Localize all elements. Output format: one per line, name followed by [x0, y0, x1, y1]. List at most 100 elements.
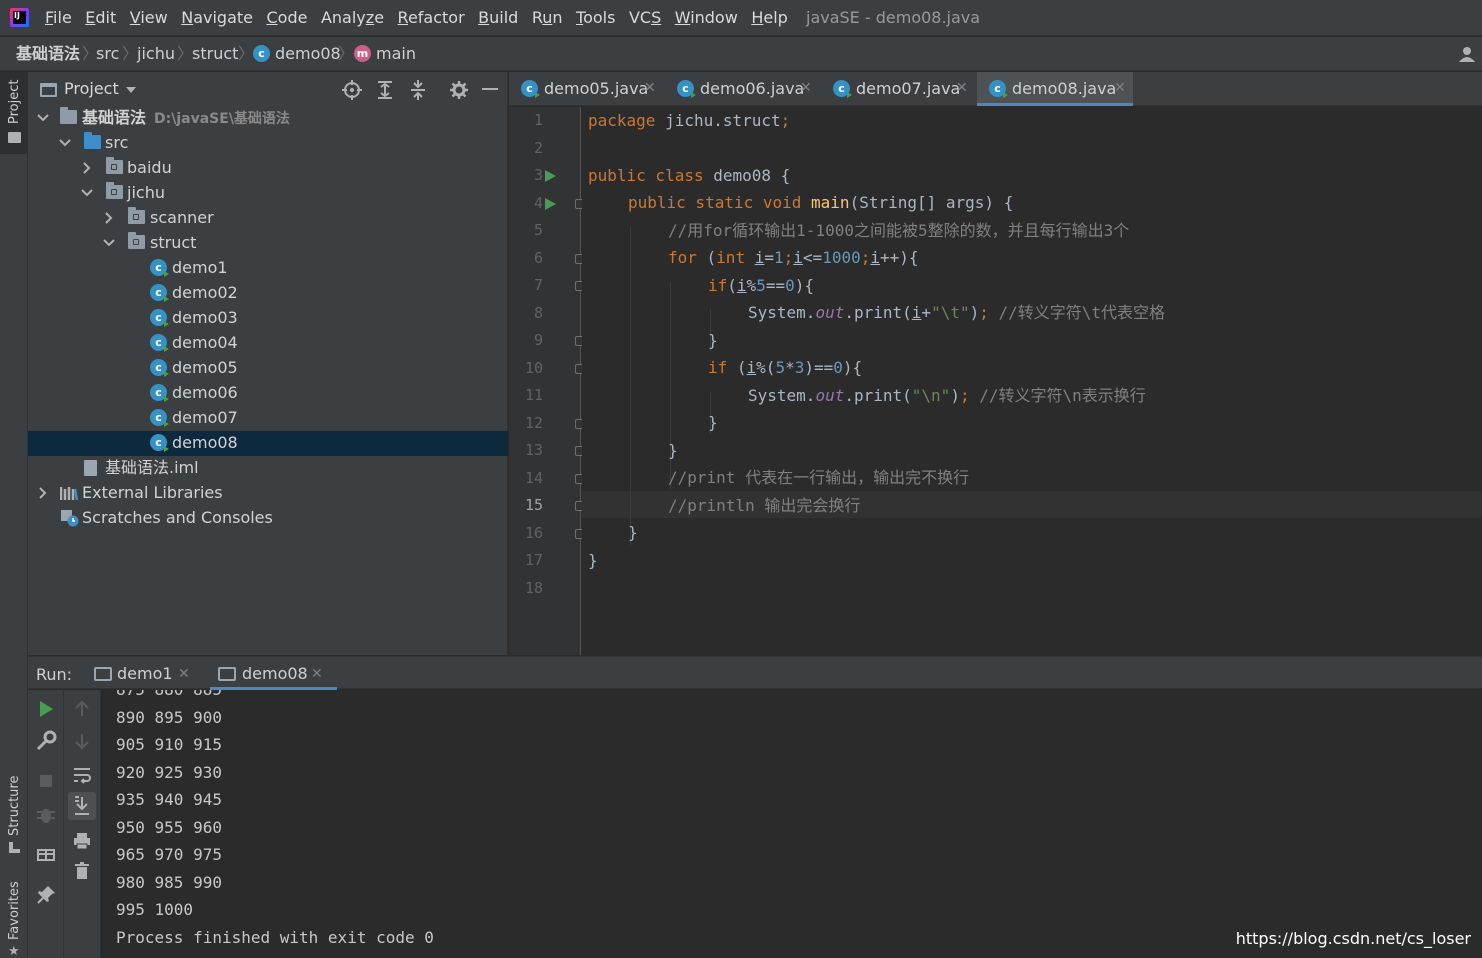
tree-item-external-libraries[interactable]: External Libraries: [28, 481, 508, 506]
editor-tab[interactable]: c demo07.java ✕: [821, 72, 975, 106]
close-icon[interactable]: ✕: [644, 80, 656, 96]
tree-item-struct[interactable]: struct: [28, 231, 508, 256]
arrow-down-icon[interactable]: [71, 730, 93, 752]
tree-item-class[interactable]: c demo06: [28, 381, 508, 406]
window-title: javaSE - demo08.java: [806, 8, 981, 27]
chevron-right-icon[interactable]: [102, 211, 116, 225]
close-icon[interactable]: ✕: [800, 80, 812, 96]
line-number: 1: [533, 111, 543, 129]
chevron-right-icon[interactable]: [36, 486, 50, 500]
tree-item-src[interactable]: src: [28, 131, 508, 156]
tree-item-iml[interactable]: 基础语法.iml: [28, 456, 508, 481]
breadcrumb-jichu[interactable]: jichu: [137, 44, 175, 64]
breadcrumb-struct[interactable]: struct: [192, 44, 238, 64]
tree-label-class: demo04: [172, 333, 238, 352]
structure-tool-button[interactable]: Structure: [0, 772, 27, 864]
collapse-all-icon[interactable]: [408, 80, 428, 100]
editor-tab[interactable]: c demo05.java ✕: [509, 72, 663, 106]
debug-bug-icon[interactable]: [35, 804, 57, 826]
menu-item[interactable]: Navigate: [181, 8, 253, 30]
chevron-right-icon[interactable]: [80, 161, 94, 175]
menu-item[interactable]: Window: [675, 8, 738, 30]
scroll-to-end-icon[interactable]: [68, 792, 96, 820]
tree-label-class: demo06: [172, 383, 238, 402]
menu-item[interactable]: Help: [751, 8, 787, 30]
close-icon[interactable]: ✕: [178, 666, 190, 682]
chevron-down-icon[interactable]: [58, 136, 72, 150]
print-icon[interactable]: [71, 830, 93, 852]
chevron-down-icon[interactable]: [102, 236, 116, 250]
dropdown-arrow-icon[interactable]: [126, 87, 136, 93]
menu-item[interactable]: Edit: [85, 8, 116, 30]
tree-item-class[interactable]: c demo1: [28, 256, 508, 281]
editor-gutter: 1 2 3 4 5 6 7 8 9 10 11 12 13 14 15 16 17 18: [509, 107, 585, 655]
tree-item-class[interactable]: c demo08: [28, 431, 508, 456]
expand-all-icon[interactable]: [375, 80, 395, 100]
console-line: 935 940 945: [116, 790, 222, 809]
tree-item-scratches[interactable]: Scratches and Consoles: [28, 506, 508, 531]
trash-icon[interactable]: [71, 860, 93, 882]
tree-item-class[interactable]: c demo04: [28, 331, 508, 356]
editor-tab[interactable]: c demo06.java ✕: [665, 72, 819, 106]
java-class-icon: c: [253, 45, 270, 62]
menu-item[interactable]: File: [45, 8, 72, 30]
menu-item[interactable]: Tools: [576, 8, 615, 30]
close-icon[interactable]: ✕: [1114, 80, 1126, 96]
tree-item-scanner[interactable]: scanner: [28, 206, 508, 231]
console-line: 995 1000: [116, 900, 194, 919]
menu-item[interactable]: Run: [532, 8, 563, 30]
tree-item-class[interactable]: c demo07: [28, 406, 508, 431]
run-tab-demo1[interactable]: demo1 ✕: [90, 657, 208, 690]
breadcrumb-src[interactable]: src: [96, 44, 119, 64]
wrench-icon[interactable]: [35, 730, 57, 752]
tree-label-jichu: jichu: [127, 183, 165, 202]
console-output[interactable]: 875 880 885 890 895 900 905 910 915 920 925…: [102, 690, 1482, 958]
stop-icon[interactable]: [35, 770, 57, 792]
code-editor[interactable]: package jichu.struct; public class demo0…: [582, 107, 1482, 655]
run-gutter-icon[interactable]: [545, 197, 556, 210]
run-tab-demo08[interactable]: demo08 ✕: [210, 657, 337, 690]
locate-icon[interactable]: [342, 80, 362, 100]
package-icon: [106, 157, 123, 174]
menu-item[interactable]: Code: [267, 8, 308, 30]
arrow-up-icon[interactable]: [71, 698, 93, 720]
soft-wrap-icon[interactable]: [71, 764, 93, 786]
code-line-7: if(i%5==0){: [708, 276, 814, 295]
code-line-3: public class demo08 {: [588, 166, 791, 185]
close-icon[interactable]: ✕: [956, 80, 968, 96]
rerun-icon[interactable]: [35, 698, 57, 720]
tree-item-class[interactable]: c demo05: [28, 356, 508, 381]
tree-item-baidu[interactable]: baidu: [28, 156, 508, 181]
tree-item-jichu[interactable]: jichu: [28, 181, 508, 206]
folder-icon: [8, 132, 21, 143]
breadcrumb-method[interactable]: main: [376, 44, 416, 64]
breadcrumb-class[interactable]: demo08: [275, 44, 341, 64]
layout-icon[interactable]: [35, 844, 57, 866]
console-line: Process finished with exit code 0: [116, 927, 434, 947]
tree-label-class: demo03: [172, 308, 238, 327]
line-number: 12: [524, 413, 543, 432]
project-tool-button[interactable]: Project: [0, 72, 27, 154]
menu-item[interactable]: View: [130, 8, 168, 30]
hide-panel-icon[interactable]: [482, 88, 498, 90]
intellij-logo-icon: IJ: [10, 8, 29, 27]
favorites-tool-button[interactable]: Favorites ★: [0, 880, 27, 958]
gear-icon[interactable]: [449, 80, 469, 100]
editor-tab[interactable]: c demo08.java ✕: [977, 72, 1133, 106]
pin-icon[interactable]: [35, 884, 57, 906]
tree-item-class[interactable]: c demo03: [28, 306, 508, 331]
tree-item-project-root[interactable]: 基础语法 D:\javaSE\基础语法: [28, 106, 508, 131]
chevron-down-icon[interactable]: [36, 111, 50, 125]
editor-tab-bar: c demo05.java ✕ c demo06.java ✕ c demo07.java ✕ c…: [509, 72, 1482, 106]
chevron-down-icon[interactable]: [80, 186, 94, 200]
run-gutter-icon[interactable]: [545, 170, 556, 182]
close-icon[interactable]: ✕: [311, 666, 323, 682]
menu-item[interactable]: Analyze: [321, 8, 384, 30]
project-panel-title[interactable]: Project: [64, 79, 119, 98]
breadcrumb-project[interactable]: 基础语法: [16, 44, 80, 64]
menu-item[interactable]: Refactor: [398, 8, 465, 30]
tree-item-class[interactable]: c demo02: [28, 281, 508, 306]
menu-item[interactable]: VCS: [629, 8, 661, 30]
menu-item[interactable]: Build: [478, 8, 518, 30]
user-icon[interactable]: [1458, 46, 1476, 62]
